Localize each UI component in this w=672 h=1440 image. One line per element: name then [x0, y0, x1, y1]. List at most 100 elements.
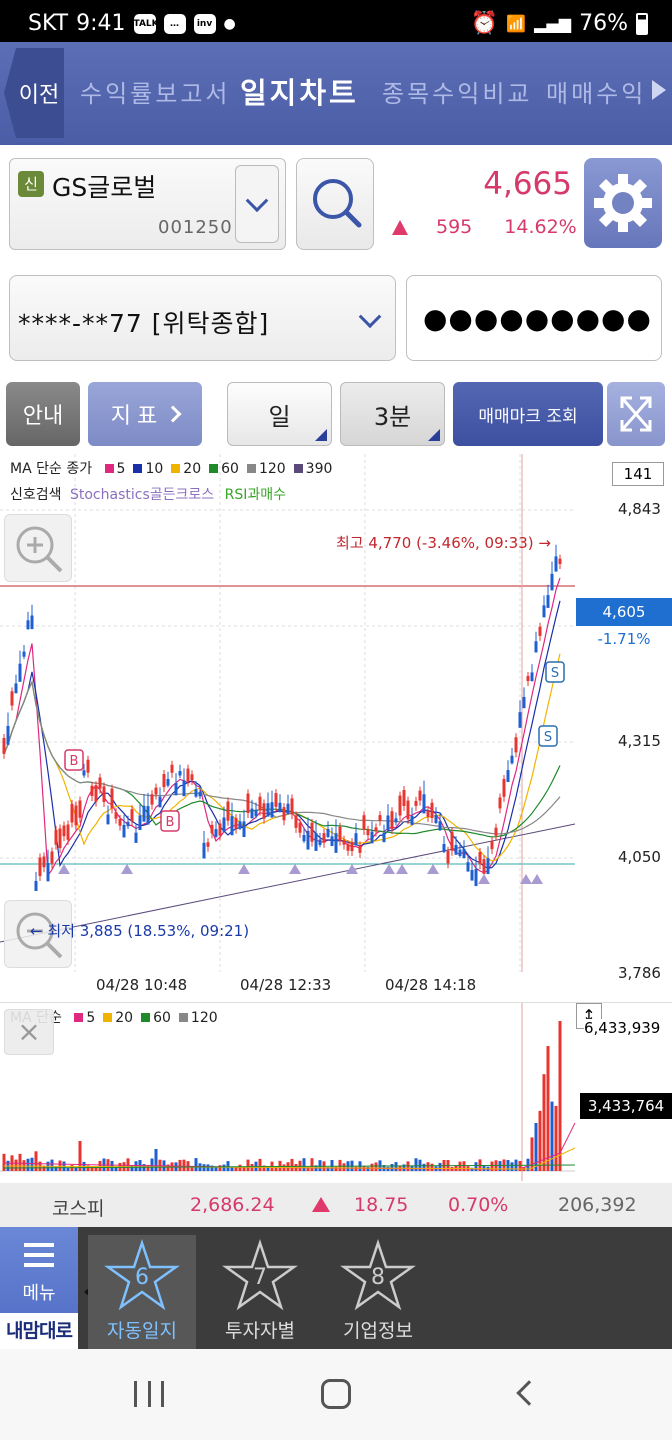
- settings-button[interactable]: [584, 158, 662, 248]
- fullscreen-button[interactable]: [607, 382, 665, 446]
- legend-label: 60: [221, 461, 239, 477]
- trade-mark-button[interactable]: 매매마크 조회: [453, 382, 603, 446]
- candle-body: [74, 805, 78, 826]
- candle-body: [470, 869, 474, 881]
- candle-body: [150, 794, 154, 805]
- candle-body: [102, 786, 106, 802]
- candle-body: [178, 771, 182, 776]
- nav-auto-journal[interactable]: 6 자동일지: [88, 1235, 196, 1349]
- candle-body: [138, 815, 142, 831]
- tab-journal-chart[interactable]: 일지차트: [240, 70, 359, 112]
- volume-bar: [422, 1163, 426, 1171]
- clock: 9:41: [76, 11, 126, 36]
- password-field[interactable]: ●●●●●●●●●: [406, 275, 662, 361]
- volume-bar: [58, 1160, 62, 1171]
- nav-company-info[interactable]: 8 기업정보: [324, 1235, 432, 1349]
- candle-body: [462, 848, 466, 859]
- candle-body: [526, 675, 530, 682]
- candle-body: [242, 821, 246, 838]
- candle-body: [438, 821, 442, 831]
- stock-code: 001250: [158, 217, 233, 238]
- period-select[interactable]: 일: [227, 382, 332, 446]
- price-chart[interactable]: B B S S MA 단순 종가 5 10 20 60 120 390 신호검색 Stochas…: [0, 454, 672, 1002]
- recent-apps-icon[interactable]: [134, 1381, 164, 1407]
- legend-swatch: [141, 1013, 151, 1022]
- candle-body: [6, 725, 10, 745]
- stock-selector[interactable]: 신 GS글로벌 001250: [9, 158, 286, 250]
- indicator-button[interactable]: 지표: [88, 382, 202, 446]
- nav-label: 기업정보: [343, 1320, 413, 1342]
- chevron-down-icon: [358, 305, 382, 329]
- candle-body: [494, 827, 498, 836]
- legend-swatch: [74, 1013, 84, 1022]
- legend-label: 120: [258, 461, 286, 477]
- legend-label: 390: [305, 461, 333, 477]
- candle-body: [282, 807, 286, 821]
- candle-body: [390, 811, 394, 830]
- nav-investor[interactable]: 7 투자자별: [206, 1235, 314, 1349]
- tab-return-report[interactable]: 수익률보고서: [80, 74, 230, 109]
- legend-label: 5: [86, 1010, 96, 1026]
- volume-bar: [430, 1163, 434, 1171]
- interval-select[interactable]: 3분: [340, 382, 445, 446]
- index-ticker[interactable]: 코스피 2,686.24 18.75 0.70% 206,392: [0, 1183, 672, 1227]
- candle-body: [466, 862, 470, 872]
- legend-swatch: [171, 464, 181, 473]
- zoom-in-button[interactable]: [4, 514, 72, 582]
- candle-body: [18, 663, 22, 682]
- wifi-icon: 📶: [506, 14, 527, 33]
- candle-body: [30, 615, 34, 630]
- volume-bar: [394, 1162, 398, 1171]
- candle-body: [410, 815, 414, 825]
- brand-label: 내맘대로: [0, 1313, 78, 1349]
- candle-body: [234, 818, 238, 829]
- menu-button[interactable]: 메뉴 내맘대로: [0, 1227, 78, 1349]
- current-percent-tag: -1.71%: [597, 630, 651, 648]
- scroll-right-icon[interactable]: [652, 80, 666, 100]
- back-nav-icon[interactable]: [516, 1380, 542, 1406]
- candle-body: [14, 683, 18, 694]
- volume-bar: [370, 1163, 374, 1171]
- close-panel-button[interactable]: ×: [4, 1009, 54, 1055]
- volume-bar: [510, 1162, 514, 1171]
- stock-dropdown-button[interactable]: [235, 165, 279, 243]
- stock-name: GS글로벌: [52, 173, 157, 202]
- volume-bar: [338, 1159, 342, 1171]
- nav-number: 8: [371, 1265, 385, 1290]
- candle-body: [554, 556, 558, 572]
- candle-body: [34, 880, 38, 891]
- index-change: 18.75: [354, 1194, 409, 1216]
- candle-body: [506, 770, 510, 783]
- change-amount: 595: [436, 216, 473, 238]
- volume-bar: [194, 1158, 198, 1171]
- tab-stock-compare[interactable]: 종목수익비교: [382, 74, 532, 109]
- password-mask: ●●●●●●●●●: [423, 302, 652, 335]
- candle-body: [134, 832, 138, 843]
- zoom-in-icon: [16, 526, 63, 573]
- carrier-label: SKT: [28, 11, 69, 36]
- volume-bar: [126, 1158, 130, 1171]
- search-button[interactable]: [296, 158, 374, 250]
- guide-button[interactable]: 안내: [6, 382, 80, 446]
- expand-icon: [620, 396, 652, 432]
- signal-arrow: [289, 864, 301, 874]
- candle-body: [202, 842, 206, 859]
- volume-bar: [374, 1162, 378, 1171]
- candle-body: [482, 859, 486, 874]
- home-icon[interactable]: [321, 1379, 351, 1409]
- trade-marker-label: B: [70, 754, 79, 769]
- volume-chart[interactable]: MA 단순 52060120 × ↕ 6,433,939 3,433,764: [0, 1002, 672, 1181]
- volume-ma-line: [3, 1122, 576, 1170]
- volume-bar: [182, 1159, 186, 1171]
- candle-body: [2, 737, 6, 754]
- volume-bar: [94, 1167, 98, 1171]
- candle-body: [166, 779, 170, 786]
- account-selector[interactable]: ****-**77 [위탁종합]: [9, 275, 396, 361]
- tab-trade-profit[interactable]: 매매수익: [546, 74, 646, 109]
- back-button[interactable]: 이전: [4, 48, 64, 138]
- volume-bar: [302, 1158, 306, 1171]
- volume-bar: [474, 1162, 478, 1171]
- signal-arrow: [396, 864, 408, 874]
- candle-body: [382, 833, 386, 842]
- trade-marker-label: B: [166, 815, 175, 830]
